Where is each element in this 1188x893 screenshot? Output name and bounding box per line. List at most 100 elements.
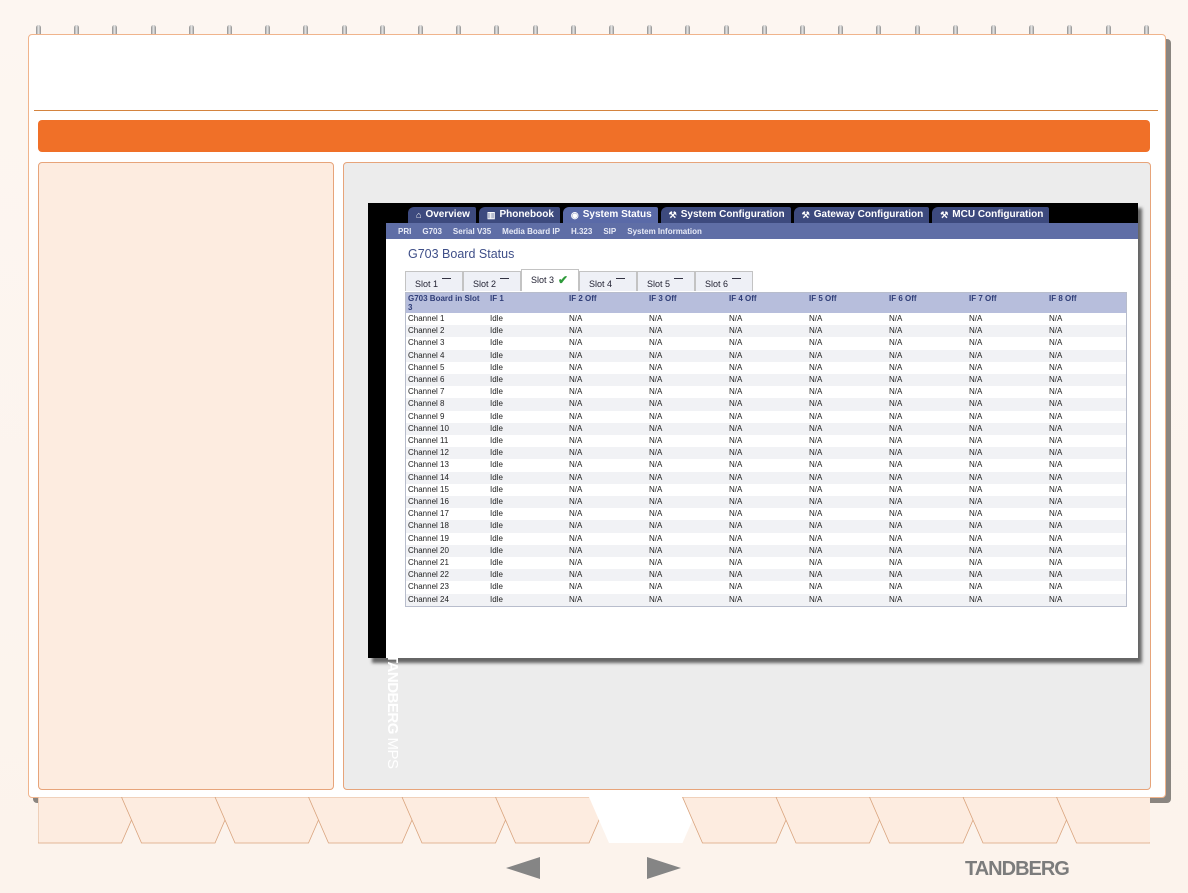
table-row: Channel 12 Idle N/A N/A N/A N/A N/A N/A N/A xyxy=(406,447,1126,460)
interface-status: Idle xyxy=(490,533,503,543)
interface-status: N/A xyxy=(807,593,887,606)
interface-status: N/A xyxy=(967,325,1047,338)
interface-status: N/A xyxy=(809,338,823,348)
interface-status: N/A xyxy=(807,398,887,411)
subnav-media-board-ip[interactable]: Media Board IP xyxy=(502,227,560,236)
interface-status: N/A xyxy=(807,569,887,582)
channel-name: Channel 12 xyxy=(406,447,488,460)
interface-status: N/A xyxy=(889,460,903,470)
slot-tab-label: Slot 3 xyxy=(531,274,555,285)
interface-status: N/A xyxy=(649,436,663,446)
table-row: Channel 19 Idle N/A N/A N/A N/A N/A N/A N/A xyxy=(406,533,1126,545)
slot-tab-6[interactable]: Slot 6— xyxy=(695,271,753,291)
arrow-left-icon[interactable] xyxy=(506,857,540,879)
dash-icon: — xyxy=(732,273,742,283)
status-icon: ◉ xyxy=(570,210,579,220)
interface-status: N/A xyxy=(647,520,727,533)
channel-name: Channel 5 xyxy=(408,362,445,372)
slot-tab-2[interactable]: Slot 2— xyxy=(463,271,521,291)
table-row: Channel 8 Idle N/A N/A N/A N/A N/A N/A N/A xyxy=(406,398,1126,411)
interface-status: N/A xyxy=(729,533,743,543)
tab-overview[interactable]: ⌂ Overview xyxy=(408,207,476,223)
tab-phonebook[interactable]: ▥ Phonebook xyxy=(478,207,560,223)
table-row: Channel 15 Idle N/A N/A N/A N/A N/A N/A N/A xyxy=(406,484,1126,496)
interface-status: N/A xyxy=(809,558,823,568)
interface-status: N/A xyxy=(647,422,727,436)
interface-status: N/A xyxy=(567,569,647,582)
chapter-tab[interactable] xyxy=(1055,796,1171,844)
arrow-right-icon[interactable] xyxy=(647,857,681,879)
interface-status: N/A xyxy=(567,593,647,606)
interface-status: N/A xyxy=(809,387,823,397)
interface-status: N/A xyxy=(649,338,663,348)
table-row: Channel 3 Idle N/A N/A N/A N/A N/A N/A N/A xyxy=(406,337,1126,349)
main-nav-bar: ⌂ Overview ▥ Phonebook ◉ System Status ⚒ System… xyxy=(386,203,1138,223)
subnav-h-323[interactable]: H.323 xyxy=(571,227,592,236)
column-header: IF 3 Off xyxy=(647,293,727,313)
interface-status: Idle xyxy=(488,471,567,484)
slot-tab-label: Slot 2 xyxy=(473,279,497,289)
interface-status: N/A xyxy=(569,533,583,543)
channel-name: Channel 19 xyxy=(408,533,449,543)
phonebook-icon: ▥ xyxy=(486,210,496,220)
interface-status: N/A xyxy=(1049,460,1063,470)
column-header: IF 5 Off xyxy=(807,293,887,313)
column-header: IF 2 Off xyxy=(567,293,647,313)
section-title-bar xyxy=(38,120,1150,152)
interface-status: Idle xyxy=(490,338,503,348)
slot-tab-5[interactable]: Slot 5— xyxy=(637,271,695,291)
subnav-pri[interactable]: PRI xyxy=(398,227,411,236)
interface-status: N/A xyxy=(727,374,807,387)
channel-name: Channel 2 xyxy=(406,325,488,338)
table-row: Channel 7 Idle N/A N/A N/A N/A N/A N/A N/A xyxy=(406,386,1126,398)
interface-status: N/A xyxy=(567,520,647,533)
brand-sidebar: TANDBERG MPS xyxy=(368,203,401,769)
subnav-sip[interactable]: SIP xyxy=(603,227,616,236)
slot-tab-3[interactable]: Slot 3 ✔ xyxy=(521,269,579,291)
table-row: Channel 21 Idle N/A N/A N/A N/A N/A N/A N/A xyxy=(406,557,1126,569)
interface-status: N/A xyxy=(649,533,663,543)
channel-name: Channel 6 xyxy=(406,374,488,387)
channel-name: Channel 15 xyxy=(408,484,449,494)
slot-tab-label: Slot 5 xyxy=(647,279,671,289)
channel-name: Channel 10 xyxy=(406,422,488,436)
interface-status: N/A xyxy=(1049,411,1063,421)
subnav-g703[interactable]: G703 xyxy=(422,227,442,236)
interface-status: N/A xyxy=(649,509,663,519)
interface-status: N/A xyxy=(729,558,743,568)
channel-name: Channel 11 xyxy=(408,436,449,446)
interface-status: N/A xyxy=(1049,362,1063,372)
interface-status: N/A xyxy=(807,325,887,338)
table-row: Channel 4 Idle N/A N/A N/A N/A N/A N/A N/A xyxy=(406,349,1126,362)
interface-status: N/A xyxy=(967,593,1047,606)
tab-system-configuration[interactable]: ⚒ System Configuration xyxy=(660,207,791,223)
interface-status: N/A xyxy=(887,447,967,460)
interface-status: Idle xyxy=(488,593,567,606)
interface-status: N/A xyxy=(727,447,807,460)
subnav-serial-v35[interactable]: Serial V35 xyxy=(453,227,491,236)
interface-status: Idle xyxy=(488,422,567,436)
subnav-system-information[interactable]: System Information xyxy=(627,227,702,236)
table-row: Channel 6 Idle N/A N/A N/A N/A N/A N/A N/A xyxy=(406,374,1126,387)
interface-status: Idle xyxy=(488,496,567,509)
interface-status: N/A xyxy=(1047,496,1126,509)
chapter-tab[interactable] xyxy=(494,796,610,844)
footer-logo: TANDBERG xyxy=(965,858,1070,880)
tab-gateway-configuration[interactable]: ⚒ Gateway Configuration xyxy=(793,207,930,223)
tab-system-status[interactable]: ◉ System Status xyxy=(562,207,658,223)
interface-status: N/A xyxy=(967,349,1047,362)
interface-status: N/A xyxy=(647,349,727,362)
interface-status: Idle xyxy=(490,436,503,446)
tab-mcu-configuration[interactable]: ⚒ MCU Configuration xyxy=(932,207,1050,223)
interface-status: N/A xyxy=(567,496,647,509)
interface-status: Idle xyxy=(490,387,503,397)
slot-tab-4[interactable]: Slot 4— xyxy=(579,271,637,291)
interface-status: N/A xyxy=(647,496,727,509)
slot-tab-1[interactable]: Slot 1— xyxy=(405,271,463,291)
interface-status: N/A xyxy=(647,471,727,484)
interface-status: N/A xyxy=(729,387,743,397)
tab-label: MCU Configuration xyxy=(952,209,1044,220)
interface-status: N/A xyxy=(889,411,903,421)
interface-status: N/A xyxy=(729,338,743,348)
home-icon: ⌂ xyxy=(416,210,422,220)
